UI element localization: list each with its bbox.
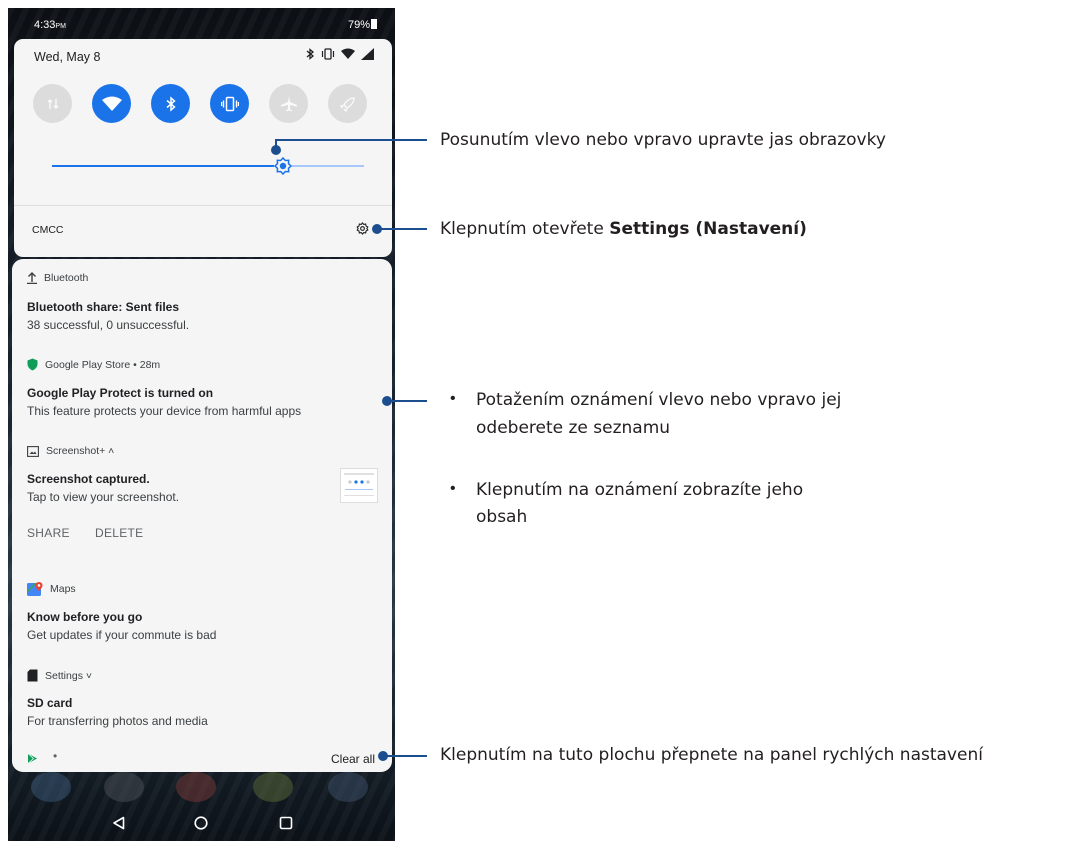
screenshot-thumbnail[interactable] bbox=[340, 468, 378, 503]
notification-title[interactable]: Google Play Protect is turned on bbox=[27, 386, 213, 400]
notification-footer[interactable]: • Clear all bbox=[12, 744, 392, 772]
upload-icon bbox=[27, 272, 37, 284]
notification-app-header: Google Play Store • 28m bbox=[27, 358, 160, 371]
notification-text[interactable]: Get updates if your commute is bad bbox=[27, 628, 216, 642]
brightness-icon[interactable] bbox=[273, 156, 293, 176]
vibrate-status-icon bbox=[321, 48, 335, 60]
status-ampm: PM bbox=[55, 23, 66, 30]
notification-app-name: Maps bbox=[50, 583, 76, 595]
bluetooth-tile[interactable] bbox=[151, 84, 190, 123]
home-app-icon bbox=[328, 772, 368, 802]
delete-button[interactable]: DELETE bbox=[95, 526, 143, 540]
thumbnail-preview-icon bbox=[344, 473, 374, 496]
maps-icon bbox=[27, 582, 43, 596]
image-icon bbox=[27, 445, 39, 457]
callout-settings-prefix: Klepnutím otevřete bbox=[440, 219, 610, 239]
qs-status-icons bbox=[306, 48, 374, 60]
home-icon[interactable] bbox=[194, 816, 208, 830]
notification-title[interactable]: Bluetooth share: Sent files bbox=[27, 300, 179, 314]
play-store-icon bbox=[27, 753, 37, 764]
qs-divider bbox=[14, 205, 392, 206]
callout-tap-line1: Klepnutím na oznámení zobrazíte jeho bbox=[476, 480, 804, 500]
wifi-status-icon bbox=[341, 48, 355, 59]
notification-app-header: Bluetooth bbox=[27, 272, 88, 284]
notification-text[interactable]: 38 successful, 0 unsuccessful. bbox=[27, 318, 189, 332]
battery-indicator: 79% bbox=[348, 19, 377, 31]
back-icon[interactable] bbox=[112, 816, 126, 830]
notification-title[interactable]: Screenshot captured. bbox=[27, 472, 150, 486]
callout-settings: Klepnutím otevřete Settings (Nastavení) bbox=[440, 219, 807, 239]
clear-all-button[interactable]: Clear all bbox=[331, 752, 375, 766]
wifi-tile[interactable] bbox=[92, 84, 131, 123]
shield-icon bbox=[27, 358, 38, 371]
notification-app-name: Screenshot+ ˄ bbox=[46, 445, 115, 457]
home-app-icon bbox=[104, 772, 144, 802]
home-app-icon bbox=[31, 772, 71, 802]
callout-swipe-line2: odeberete ze seznamu bbox=[476, 418, 671, 438]
settings-gear-icon[interactable] bbox=[356, 222, 369, 235]
rocket-icon bbox=[339, 96, 355, 112]
home-app-icon bbox=[253, 772, 293, 802]
airplane-icon bbox=[280, 95, 297, 111]
bluetooth-status-icon bbox=[306, 48, 315, 60]
battery-icon bbox=[371, 19, 377, 29]
home-app-icon bbox=[176, 772, 216, 802]
callout-leader-notification bbox=[387, 400, 427, 402]
wifi-icon bbox=[101, 96, 122, 111]
callout-leader-brightness-vertical bbox=[275, 140, 277, 150]
mobile-data-tile[interactable] bbox=[33, 84, 72, 123]
notification-text[interactable]: Tap to view your screenshot. bbox=[27, 490, 179, 504]
vibrate-icon bbox=[220, 96, 239, 111]
share-button[interactable]: SHARE bbox=[27, 526, 70, 540]
signal-status-icon bbox=[361, 48, 374, 60]
brightness-fill bbox=[52, 165, 283, 167]
notification-app-name: Bluetooth bbox=[44, 272, 89, 284]
notification-app-header[interactable]: Settings ˅ bbox=[27, 669, 92, 682]
rocket-tile[interactable] bbox=[328, 84, 367, 123]
brightness-slider[interactable] bbox=[52, 156, 364, 176]
notification-shade: Bluetooth Bluetooth share: Sent files 38… bbox=[12, 259, 392, 772]
notification-app-header[interactable]: Screenshot+ ˄ bbox=[27, 445, 114, 457]
mobile-data-icon bbox=[47, 98, 58, 109]
airplane-tile[interactable] bbox=[269, 84, 308, 123]
navigation-bar bbox=[8, 808, 395, 841]
phone-screen: 4:33PM 79% Wed, May 8 CMCC Bluetooth Blu… bbox=[8, 8, 395, 841]
battery-percent: 79% bbox=[347, 19, 370, 31]
quick-settings-panel[interactable]: Wed, May 8 CMCC bbox=[14, 39, 392, 257]
callout-brightness: Posunutím vlevo nebo vpravo upravte jas … bbox=[440, 130, 886, 150]
notification-app-header: Maps bbox=[27, 582, 76, 596]
callout-tap-line2: obsah bbox=[476, 507, 528, 527]
notification-app-name: Settings ˅ bbox=[45, 669, 92, 682]
qs-date: Wed, May 8 bbox=[34, 50, 101, 64]
notification-title[interactable]: SD card bbox=[27, 696, 72, 710]
notification-app-name: Google Play Store • 28m bbox=[45, 358, 161, 371]
notification-text[interactable]: For transferring photos and media bbox=[27, 714, 208, 728]
bullet: • bbox=[450, 480, 456, 497]
sd-card-icon bbox=[27, 669, 38, 682]
bluetooth-icon bbox=[166, 95, 176, 112]
vibrate-tile[interactable] bbox=[210, 84, 249, 123]
notification-title[interactable]: Know before you go bbox=[27, 610, 142, 624]
status-bar: 4:33PM 79% bbox=[8, 8, 395, 38]
recents-icon[interactable] bbox=[279, 816, 293, 830]
status-time: 4:33PM bbox=[34, 19, 66, 31]
callout-swipe-line1: Potažením oznámení vlevo nebo vpravo jej bbox=[476, 390, 842, 410]
callout-leader-brightness bbox=[275, 139, 427, 141]
notification-text[interactable]: This feature protects your device from h… bbox=[27, 404, 301, 418]
footer-dot: • bbox=[53, 749, 58, 763]
callout-leader-settings bbox=[377, 228, 427, 230]
bullet: • bbox=[450, 390, 456, 407]
qs-tiles bbox=[33, 84, 367, 123]
callout-settings-bold: Settings (Nastavení) bbox=[609, 219, 807, 239]
callout-leader-quick-panel bbox=[383, 755, 427, 757]
carrier-name: CMCC bbox=[32, 224, 64, 236]
callout-quick-panel: Klepnutím na tuto plochu přepnete na pan… bbox=[440, 745, 983, 765]
